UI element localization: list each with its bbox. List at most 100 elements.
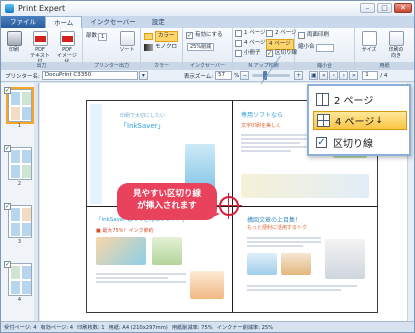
nup-one-page-option[interactable]: 1 ページ xyxy=(235,29,266,38)
thumbnail-page-2[interactable]: ✓ 2 xyxy=(4,145,35,193)
thumbnail-number: 2 xyxy=(17,181,22,187)
paper-size-icon xyxy=(361,31,377,46)
popout-four-page-option[interactable]: 4 ページ ↓ xyxy=(313,111,407,130)
pdf-image-button[interactable]: PDF イメージ化 xyxy=(56,31,78,65)
sort-label: ソート xyxy=(119,47,135,53)
minimize-button[interactable]: – xyxy=(360,3,375,13)
printer-select[interactable]: DocuPrint C3350 xyxy=(41,71,138,80)
both-sides-icon xyxy=(298,32,305,39)
orientation-label: 印刷の 向き xyxy=(388,47,404,59)
thumbnail-page-4[interactable]: ✓ 4 xyxy=(4,261,35,309)
cut-line-highlight-horizontal xyxy=(216,205,242,206)
nup-four-page-option[interactable]: 4 ページ xyxy=(235,39,266,48)
ribbon-group-label-printer: プリンター出力 xyxy=(83,62,140,70)
thumbnail-image xyxy=(6,87,34,124)
orientation-icon xyxy=(388,31,404,46)
fit-option[interactable]: 縮小合 xyxy=(298,43,334,52)
size-label: サイズ xyxy=(361,47,377,53)
thumbnail-checkbox[interactable]: ✓ xyxy=(4,87,11,94)
booklet-icon xyxy=(235,50,242,57)
preview-quadrant-4: 構図文章の上目集！ もっと便利に活用するトク xyxy=(235,209,375,309)
checkbox-checked-icon: ✓ xyxy=(316,137,327,148)
printer-name-label: プリンター名: xyxy=(5,73,40,80)
thumbnail-page-1[interactable]: ✓ 1 xyxy=(4,87,35,135)
zoom-out-icon[interactable]: − xyxy=(240,71,250,80)
nup-options-popout: 2 ページ 4 ページ ↓ ✓ 区切り線 xyxy=(307,84,411,156)
callout-tail xyxy=(206,208,220,220)
ribbon-group-color: カラー モノクロ カラー xyxy=(141,28,183,70)
four-page-icon xyxy=(317,114,330,127)
status-paper-reduction: 用紙削減率: 75% xyxy=(171,324,213,331)
maximize-button[interactable]: □ xyxy=(377,3,392,13)
callout-bubble: 見やすい区切り線 が挿入されます xyxy=(117,183,217,220)
status-valid-pages: 有効ページ: 4 xyxy=(40,324,74,331)
zoom-input[interactable]: 57 xyxy=(215,71,233,80)
last-page-icon[interactable]: » xyxy=(349,71,359,80)
inksaver-reduction-select[interactable]: 25%削減 xyxy=(186,43,215,51)
size-button[interactable]: サイズ xyxy=(358,31,380,53)
small-booklet-label: 小冊子 xyxy=(244,50,261,56)
q3-subheading: ■ 最大75％！インク節約 xyxy=(96,228,154,234)
ribbon-group-label-paper: 用紙 xyxy=(355,62,414,70)
nup-two-page-option[interactable]: 2 ページ xyxy=(266,29,297,38)
tab-inksaver[interactable]: インクセーバー xyxy=(82,16,143,28)
orientation-button[interactable]: 印刷の 向き xyxy=(385,31,407,59)
printer-dropdown-icon[interactable]: ▾ xyxy=(138,71,148,80)
window-title: Print Expert xyxy=(18,4,66,13)
popout-cut-line-checkbox[interactable]: ✓ 区切り線 xyxy=(313,133,407,152)
popout-two-page-option[interactable]: 2 ページ xyxy=(313,90,407,109)
copies-label: 部数 xyxy=(86,33,98,39)
prev-page-icon[interactable]: ‹ xyxy=(329,71,339,80)
print-button[interactable]: 印刷 xyxy=(3,31,25,53)
ribbon-tab-bar: ファイル ホーム インクセーバー 設定 xyxy=(1,16,414,28)
both-sides-label: 両面印刷 xyxy=(307,32,330,38)
fit-label: 縮小合 xyxy=(298,44,315,50)
mono-option[interactable]: モノクロ xyxy=(144,43,177,52)
thumbnail-number: 4 xyxy=(17,297,22,303)
zoom-label: 表示ズーム: xyxy=(183,73,214,80)
inksaver-enable-label: 有効にする xyxy=(195,32,223,38)
thumbnail-checkbox[interactable]: ✓ xyxy=(4,203,11,210)
ribbon-group-label-output: 出力 xyxy=(1,62,82,70)
sort-icon xyxy=(119,31,135,46)
thumbnail-checkbox[interactable]: ✓ xyxy=(4,145,11,152)
next-page-icon[interactable]: › xyxy=(339,71,349,80)
color-swatch-icon xyxy=(144,33,153,40)
one-page-icon xyxy=(235,30,242,37)
popout-four-page-arrow: ↓ xyxy=(375,115,383,126)
thumbnail-checkbox[interactable]: ✓ xyxy=(4,261,11,268)
color-option[interactable]: カラー xyxy=(144,31,178,42)
popout-cut-line-label: 区切り線 xyxy=(333,139,373,150)
q4-text-lines-2 xyxy=(247,283,357,293)
sort-button[interactable]: ソート xyxy=(116,31,138,53)
copies-row: 部数 1 xyxy=(86,32,108,41)
q3-image-1 xyxy=(96,237,146,265)
both-sides-option[interactable]: 両面印刷 xyxy=(298,31,329,40)
page-input[interactable]: 1 xyxy=(362,71,379,80)
tab-file[interactable]: ファイル xyxy=(1,16,45,28)
inksaver-reduction-value: 25%削減 xyxy=(187,43,215,51)
two-page-label: 2 ページ xyxy=(275,30,297,36)
inksaver-enable-checkbox[interactable]: 有効にする xyxy=(186,31,223,40)
thumbnail-pane: ✓ 1 ✓ 2 ✓ 3 ✓ 4 xyxy=(1,83,39,321)
copies-input[interactable]: 1 xyxy=(98,32,108,41)
first-page-icon[interactable]: « xyxy=(319,71,329,80)
tab-home[interactable]: ホーム xyxy=(45,16,83,28)
mono-option-label: モノクロ xyxy=(155,44,178,50)
status-received-pages: 受付ページ: 4 xyxy=(4,324,37,331)
popout-four-page-label: 4 ページ xyxy=(335,117,375,128)
fit-page-icon[interactable]: ▣ xyxy=(309,71,319,80)
tab-settings[interactable]: 設定 xyxy=(144,16,173,28)
four-page-icon xyxy=(235,40,242,47)
thumbnail-scrollbar[interactable] xyxy=(34,83,38,321)
small-booklet-option[interactable]: 小冊子 xyxy=(235,49,261,58)
thumbnail-image xyxy=(8,205,32,238)
close-button[interactable]: ✕ xyxy=(394,3,412,13)
q3-image-2 xyxy=(152,237,182,265)
fit-select[interactable] xyxy=(315,43,334,52)
app-logo-icon xyxy=(5,4,14,13)
pdf-text-button[interactable]: PDF テキスト付 xyxy=(29,31,51,65)
thumbnail-page-3[interactable]: ✓ 3 xyxy=(4,203,35,251)
q4-image-2 xyxy=(281,253,311,275)
ribbon-group-label-inksaver: インクセーバー xyxy=(183,62,232,70)
